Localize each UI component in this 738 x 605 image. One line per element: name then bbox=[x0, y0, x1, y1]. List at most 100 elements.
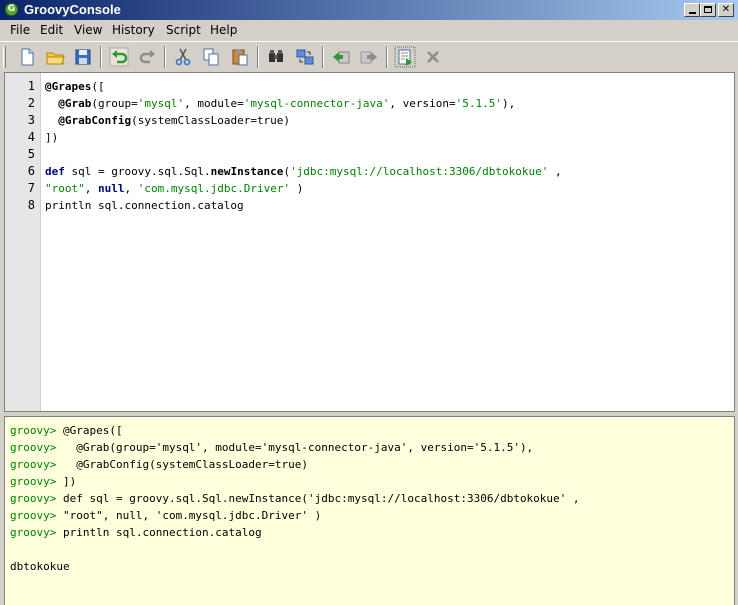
output-echo-text: "root", null, 'com.mysql.jdbc.Driver' ) bbox=[56, 509, 322, 522]
copy-icon bbox=[203, 48, 219, 66]
history-next-icon bbox=[360, 51, 377, 64]
toolbar-separator bbox=[386, 46, 388, 68]
new-file-button[interactable] bbox=[16, 46, 38, 68]
replace-icon bbox=[296, 49, 314, 65]
line-number: 4 bbox=[27, 130, 35, 144]
output-pane: groovy> @Grapes([ groovy> @Grab(group='m… bbox=[4, 416, 735, 605]
output-prompt: groovy> bbox=[10, 441, 57, 454]
line-number: 2 bbox=[27, 96, 35, 110]
code-line[interactable]: @Grab(group='mysql', module='mysql-conne… bbox=[45, 95, 515, 112]
code-token: '5.1.5' bbox=[455, 97, 502, 110]
output-echo-text: @Grab(group='mysql', module='mysql-conne… bbox=[56, 441, 534, 454]
close-icon: ✕ bbox=[721, 4, 731, 15]
line-number: 5 bbox=[27, 147, 35, 161]
window-title: GroovyConsole bbox=[24, 2, 121, 17]
output-prompt: groovy> bbox=[10, 526, 57, 539]
output-prompt: groovy> bbox=[10, 509, 57, 522]
interrupt-button[interactable] bbox=[422, 46, 444, 68]
history-previous-button[interactable] bbox=[330, 46, 352, 68]
code-token: ), bbox=[502, 97, 516, 110]
redo-button[interactable] bbox=[137, 46, 159, 68]
menu-history[interactable]: History bbox=[112, 23, 155, 37]
toolbar-separator bbox=[257, 46, 259, 68]
menu-script[interactable]: Script bbox=[166, 23, 201, 37]
code-token: newInstance bbox=[210, 165, 284, 178]
code-token: 'com.mysql.jdbc.Driver' bbox=[137, 182, 291, 195]
history-previous-icon bbox=[333, 51, 350, 64]
code-token: 'jdbc:mysql://localhost:3306/dbtokokue' bbox=[290, 165, 549, 178]
code-token: ) bbox=[290, 182, 304, 195]
cut-button[interactable] bbox=[172, 46, 194, 68]
save-button[interactable] bbox=[72, 46, 94, 68]
code-token: , module= bbox=[184, 97, 244, 110]
code-token: , bbox=[84, 182, 98, 195]
menu-help[interactable]: Help bbox=[210, 23, 237, 37]
code-line[interactable]: @Grapes([ bbox=[45, 78, 105, 95]
script-editor[interactable]: 1 2 3 4 5 6 7 8 @Grapes([ @Grab(group='m… bbox=[4, 72, 735, 412]
code-token: "root" bbox=[45, 182, 85, 195]
line-number: 7 bbox=[27, 181, 35, 195]
save-icon bbox=[75, 49, 91, 65]
output-echo-text: @GrabConfig(systemClassLoader=true) bbox=[56, 458, 309, 471]
code-token: @Grab bbox=[58, 97, 92, 110]
code-line[interactable]: def sql = groovy.sql.Sql.newInstance('jd… bbox=[45, 163, 562, 180]
undo-icon bbox=[109, 47, 129, 67]
output-echo-line: groovy> def sql = groovy.sql.Sql.newInst… bbox=[10, 490, 580, 507]
run-script-button[interactable] bbox=[394, 46, 416, 68]
menu-edit[interactable]: Edit bbox=[40, 23, 63, 37]
code-line[interactable]: ]) bbox=[45, 129, 58, 146]
paste-button[interactable] bbox=[229, 46, 251, 68]
menu-view[interactable]: View bbox=[74, 23, 102, 37]
output-echo-line: groovy> @Grapes([ bbox=[10, 422, 123, 439]
code-line[interactable]: @GrabConfig(systemClassLoader=true) bbox=[45, 112, 290, 129]
code-token: ([ bbox=[91, 80, 105, 93]
code-line[interactable]: println sql.connection.catalog bbox=[45, 197, 244, 214]
find-icon bbox=[269, 50, 283, 62]
code-token: def bbox=[45, 165, 65, 178]
output-prompt: groovy> bbox=[10, 424, 57, 437]
output-echo-text: ]) bbox=[56, 475, 77, 488]
line-number: 8 bbox=[27, 198, 35, 212]
code-token: println sql.connection.catalog bbox=[45, 199, 244, 212]
undo-button[interactable] bbox=[108, 46, 130, 68]
output-echo-text: println sql.connection.catalog bbox=[56, 526, 262, 539]
minimize-icon bbox=[688, 12, 696, 14]
code-token: (group= bbox=[91, 97, 138, 110]
toolbar bbox=[0, 41, 738, 71]
run-script-icon bbox=[394, 46, 416, 68]
interrupt-icon bbox=[427, 51, 439, 63]
output-echo-line: groovy> @GrabConfig(systemClassLoader=tr… bbox=[10, 456, 308, 473]
open-folder-icon bbox=[46, 52, 65, 65]
open-button[interactable] bbox=[44, 46, 66, 68]
code-token: 'mysql' bbox=[137, 97, 185, 110]
history-next-button[interactable] bbox=[358, 46, 380, 68]
code-token: , version= bbox=[389, 97, 456, 110]
minimize-button[interactable] bbox=[684, 3, 700, 17]
menu-file[interactable]: File bbox=[10, 23, 30, 37]
code-token: , bbox=[548, 165, 562, 178]
output-prompt: groovy> bbox=[10, 458, 57, 471]
maximize-button[interactable] bbox=[700, 3, 716, 17]
close-button[interactable]: ✕ bbox=[718, 3, 734, 17]
output-echo-line: groovy> @Grab(group='mysql', module='mys… bbox=[10, 439, 533, 456]
output-echo-text: @Grapes([ bbox=[56, 424, 123, 437]
cut-icon bbox=[175, 48, 191, 66]
output-echo-line: groovy> println sql.connection.catalog bbox=[10, 524, 262, 541]
output-prompt: groovy> bbox=[10, 475, 57, 488]
code-token: @Grapes bbox=[45, 80, 92, 93]
code-token: null bbox=[98, 182, 125, 195]
groovy-logo-icon: G bbox=[5, 3, 18, 16]
line-number: 1 bbox=[27, 79, 35, 93]
replace-button[interactable] bbox=[294, 46, 316, 68]
code-token: (systemClassLoader=true) bbox=[131, 114, 291, 127]
menu-bar: File Edit View History Script Help bbox=[0, 20, 738, 41]
find-button[interactable] bbox=[265, 46, 287, 68]
line-number: 3 bbox=[27, 113, 35, 127]
code-line[interactable]: "root", null, 'com.mysql.jdbc.Driver' ) bbox=[45, 180, 303, 197]
copy-button[interactable] bbox=[200, 46, 222, 68]
output-result: dbtokokue bbox=[10, 560, 70, 573]
toolbar-grip[interactable] bbox=[3, 46, 6, 68]
output-prompt: groovy> bbox=[10, 492, 57, 505]
